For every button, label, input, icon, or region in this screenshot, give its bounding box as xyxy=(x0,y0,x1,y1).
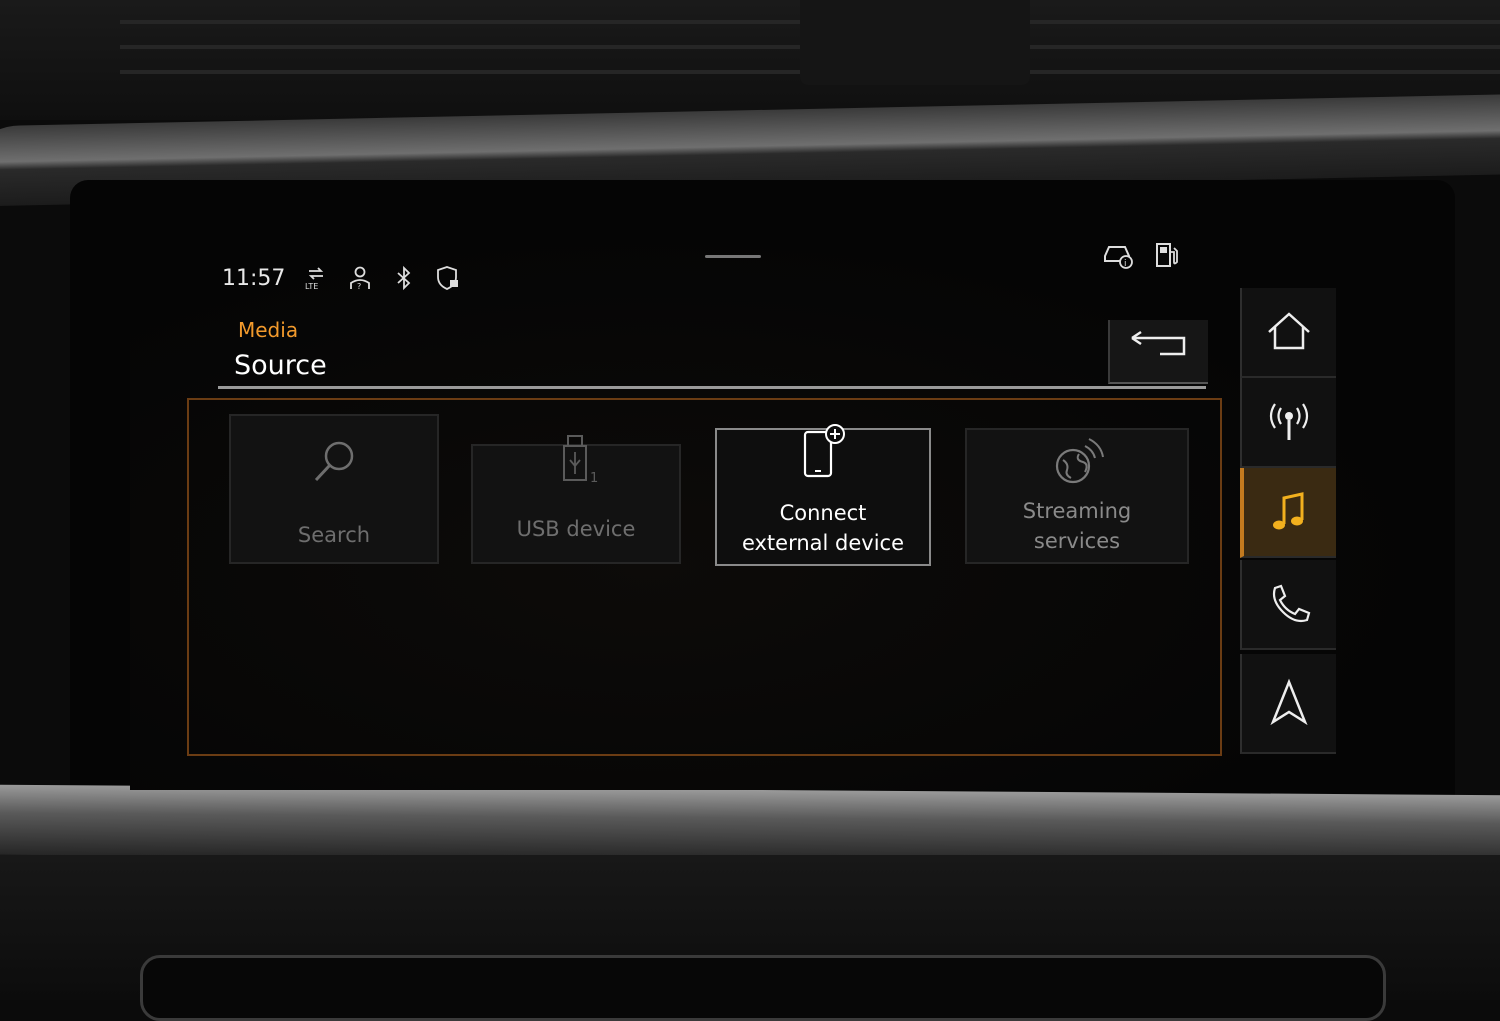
rail-radio-button[interactable] xyxy=(1240,378,1336,468)
svg-text:LTE: LTE xyxy=(305,282,318,291)
network-lte-icon: LTE xyxy=(305,267,324,291)
source-tile-usb[interactable]: 1 USB device xyxy=(471,435,681,564)
infotainment-screen: 11:57 LTE ? i Media Source Search 1 USB … xyxy=(130,230,1430,790)
source-tile-connect-device[interactable]: Connect external device xyxy=(715,424,931,566)
lower-console-slot xyxy=(140,955,1386,1021)
dash-trim-bottom xyxy=(0,784,1500,866)
privacy-shield-icon xyxy=(437,266,459,290)
source-tile-label: USB device xyxy=(516,517,636,541)
clock: 11:57 xyxy=(222,265,286,291)
usb-slot-badge: 1 xyxy=(590,471,598,486)
source-tile-label: Connect xyxy=(779,501,867,525)
rail-home-button[interactable] xyxy=(1240,288,1336,378)
rail-media-button[interactable] xyxy=(1240,468,1336,558)
navigation-icon xyxy=(1270,678,1308,726)
radio-icon xyxy=(1269,403,1309,440)
phone-add-icon xyxy=(803,424,845,478)
rail-navigation-button[interactable] xyxy=(1240,654,1336,754)
source-tile-label: external device xyxy=(741,531,905,555)
search-icon xyxy=(314,441,354,482)
page-header: Media Source xyxy=(218,312,1108,392)
main-menu-rail xyxy=(1240,288,1336,758)
bluetooth-icon xyxy=(397,265,411,291)
page-title: Source xyxy=(234,350,327,381)
rail-phone-button[interactable] xyxy=(1240,560,1336,650)
svg-text:i: i xyxy=(1124,259,1127,269)
home-icon xyxy=(1268,312,1310,350)
section-label: Media xyxy=(238,318,299,342)
source-tile-streaming[interactable]: Streaming services xyxy=(965,428,1189,564)
status-bar: 11:57 LTE ? xyxy=(222,260,461,296)
vent-gap xyxy=(800,0,1030,85)
fuel-icon[interactable] xyxy=(1154,240,1182,270)
streaming-globe-icon xyxy=(1055,438,1104,484)
source-tile-search[interactable]: Search xyxy=(229,414,439,564)
svg-text:?: ? xyxy=(357,282,361,291)
source-list: Search 1 USB device Connect external dev… xyxy=(187,398,1222,756)
back-button[interactable] xyxy=(1108,320,1208,384)
car-info-icon[interactable]: i xyxy=(1102,240,1136,270)
profile-help-icon: ? xyxy=(350,266,371,291)
back-arrow-icon xyxy=(1131,330,1186,356)
header-divider xyxy=(218,386,1206,389)
music-note-icon xyxy=(1273,492,1304,530)
phone-icon xyxy=(1272,584,1311,623)
usb-icon: 1 xyxy=(563,435,598,486)
pull-down-handle[interactable] xyxy=(705,255,761,258)
source-tile-label: Streaming xyxy=(1022,499,1132,523)
source-tile-label: Search xyxy=(297,523,371,547)
status-right: i xyxy=(1102,240,1182,270)
source-tile-label: services xyxy=(1033,529,1121,553)
